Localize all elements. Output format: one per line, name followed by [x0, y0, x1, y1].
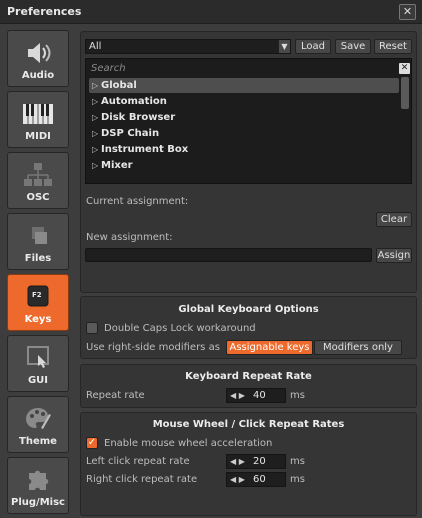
tree-item-mixer[interactable]: ▷ Mixer [89, 158, 399, 173]
sidebar-item-label: OSC [26, 192, 50, 203]
current-assignment-label: Current assignment: [86, 196, 189, 207]
double-caps-lock-label: Double Caps Lock workaround [104, 323, 256, 334]
clear-search-icon[interactable]: ✕ [399, 63, 410, 74]
sidebar-item-files[interactable]: Files [7, 213, 69, 270]
piano-keys-icon [8, 101, 68, 127]
new-assignment-label: New assignment: [86, 232, 173, 243]
right-click-repeat-label: Right click repeat rate [86, 474, 198, 485]
sidebar-item-gui[interactable]: GUI [7, 335, 69, 392]
new-assignment-field[interactable] [85, 248, 372, 262]
repeat-rate-unit: ms [290, 390, 305, 401]
sidebar-item-theme[interactable]: Theme [7, 396, 69, 453]
tree-item-instrument-box[interactable]: ▷ Instrument Box [89, 142, 399, 157]
sidebar-item-midi[interactable]: MIDI [7, 91, 69, 148]
sidebar: Audio MIDI OSC Files F2 Keys GUI Theme P… [0, 24, 78, 518]
shortcut-filter-value: All [89, 41, 102, 52]
repeat-rate-value: 40 [253, 390, 266, 401]
files-icon [8, 223, 68, 249]
expand-arrow-icon[interactable]: ▷ [92, 78, 101, 93]
panel-title: Global Keyboard Options [178, 304, 319, 315]
close-button[interactable]: ✕ [399, 4, 416, 20]
sidebar-item-osc[interactable]: OSC [7, 152, 69, 209]
sidebar-item-label: Files [24, 253, 52, 264]
search-input[interactable]: Search ✕ [89, 62, 410, 76]
svg-text:F2: F2 [32, 291, 42, 299]
mouse-wheel-panel: Mouse Wheel / Click Repeat Rates ✓ Enabl… [80, 412, 417, 516]
sidebar-item-label: GUI [27, 375, 49, 386]
expand-arrow-icon[interactable]: ▷ [92, 142, 101, 157]
left-click-repeat-unit: ms [290, 456, 305, 467]
right-click-repeat-unit: ms [290, 474, 305, 485]
keyboard-repeat-rate-panel: Keyboard Repeat Rate Repeat rate ◀ ▶ 40 … [80, 364, 417, 408]
network-icon [8, 162, 68, 188]
expand-arrow-icon[interactable]: ▷ [92, 126, 101, 141]
left-click-repeat-label: Left click repeat rate [86, 456, 190, 467]
modifiers-label: Use right-side modifiers as [86, 342, 220, 353]
sidebar-item-keys[interactable]: F2 Keys [7, 274, 69, 331]
keys-settings: All ▼ Load Save Reset Search ✕ ▷ Global ▷… [80, 24, 420, 518]
mouse-wheel-acceleration-checkbox[interactable]: ✓ [86, 437, 98, 449]
speaker-icon [8, 40, 68, 66]
chevron-down-icon: ▼ [278, 40, 290, 53]
close-icon: ✕ [402, 5, 413, 18]
expand-arrow-icon[interactable]: ▷ [92, 110, 101, 125]
sidebar-item-label: MIDI [25, 131, 51, 142]
sidebar-item-plug-misc[interactable]: Plug/Misc [7, 457, 69, 514]
stepper-arrows-icon[interactable]: ◀ ▶ [230, 473, 245, 486]
expand-arrow-icon[interactable]: ▷ [92, 158, 101, 173]
double-caps-lock-checkbox[interactable] [86, 322, 98, 334]
sidebar-item-label: Keys [24, 314, 52, 325]
tree-item-dsp-chain[interactable]: ▷ DSP Chain [89, 126, 399, 141]
window-title: Preferences [7, 5, 82, 18]
left-click-repeat-stepper[interactable]: ◀ ▶ 20 [226, 454, 286, 469]
load-button[interactable]: Load [295, 39, 331, 54]
function-key-icon: F2 [8, 284, 68, 310]
sidebar-item-label: Audio [21, 70, 55, 81]
puzzle-piece-icon [8, 467, 68, 493]
global-keyboard-options-panel: Global Keyboard Options Double Caps Lock… [80, 296, 417, 359]
panel-title: Mouse Wheel / Click Repeat Rates [152, 419, 345, 430]
clear-button[interactable]: Clear [376, 212, 412, 227]
shortcut-filter-dropdown[interactable]: All ▼ [85, 39, 291, 54]
search-placeholder: Search [91, 63, 126, 74]
tree-item-global[interactable]: ▷ Global [89, 78, 399, 93]
gui-window-icon [8, 345, 68, 371]
repeat-rate-stepper[interactable]: ◀ ▶ 40 [226, 388, 286, 403]
sidebar-item-label: Plug/Misc [11, 497, 65, 508]
modifiers-only-option[interactable]: Modifiers only [314, 340, 402, 355]
save-button[interactable]: Save [335, 39, 371, 54]
expand-arrow-icon[interactable]: ▷ [92, 94, 101, 109]
mouse-wheel-acceleration-label: Enable mouse wheel acceleration [104, 438, 273, 449]
assign-button[interactable]: Assign [376, 248, 412, 263]
left-click-repeat-value: 20 [253, 456, 266, 467]
panel-title: Keyboard Repeat Rate [185, 371, 312, 382]
sidebar-item-label: Theme [19, 436, 57, 447]
assignable-keys-option[interactable]: Assignable keys [226, 340, 313, 355]
sidebar-item-audio[interactable]: Audio [7, 30, 69, 87]
stepper-arrows-icon[interactable]: ◀ ▶ [230, 389, 245, 402]
checkmark-icon: ✓ [87, 437, 97, 448]
keybindings-panel: All ▼ Load Save Reset Search ✕ ▷ Global ▷… [80, 31, 417, 293]
title-bar: Preferences ✕ [0, 0, 422, 24]
palette-icon [8, 406, 68, 432]
tree-scrollbar[interactable] [401, 77, 409, 109]
right-click-repeat-value: 60 [253, 474, 266, 485]
stepper-arrows-icon[interactable]: ◀ ▶ [230, 455, 245, 468]
repeat-rate-label: Repeat rate [86, 390, 145, 401]
tree-item-automation[interactable]: ▷ Automation [89, 94, 399, 109]
shortcut-tree: Search ✕ ▷ Global ▷ Automation ▷ Disk Brows… [85, 58, 412, 184]
right-click-repeat-stepper[interactable]: ◀ ▶ 60 [226, 472, 286, 487]
reset-button[interactable]: Reset [374, 39, 412, 54]
tree-item-disk-browser[interactable]: ▷ Disk Browser [89, 110, 399, 125]
